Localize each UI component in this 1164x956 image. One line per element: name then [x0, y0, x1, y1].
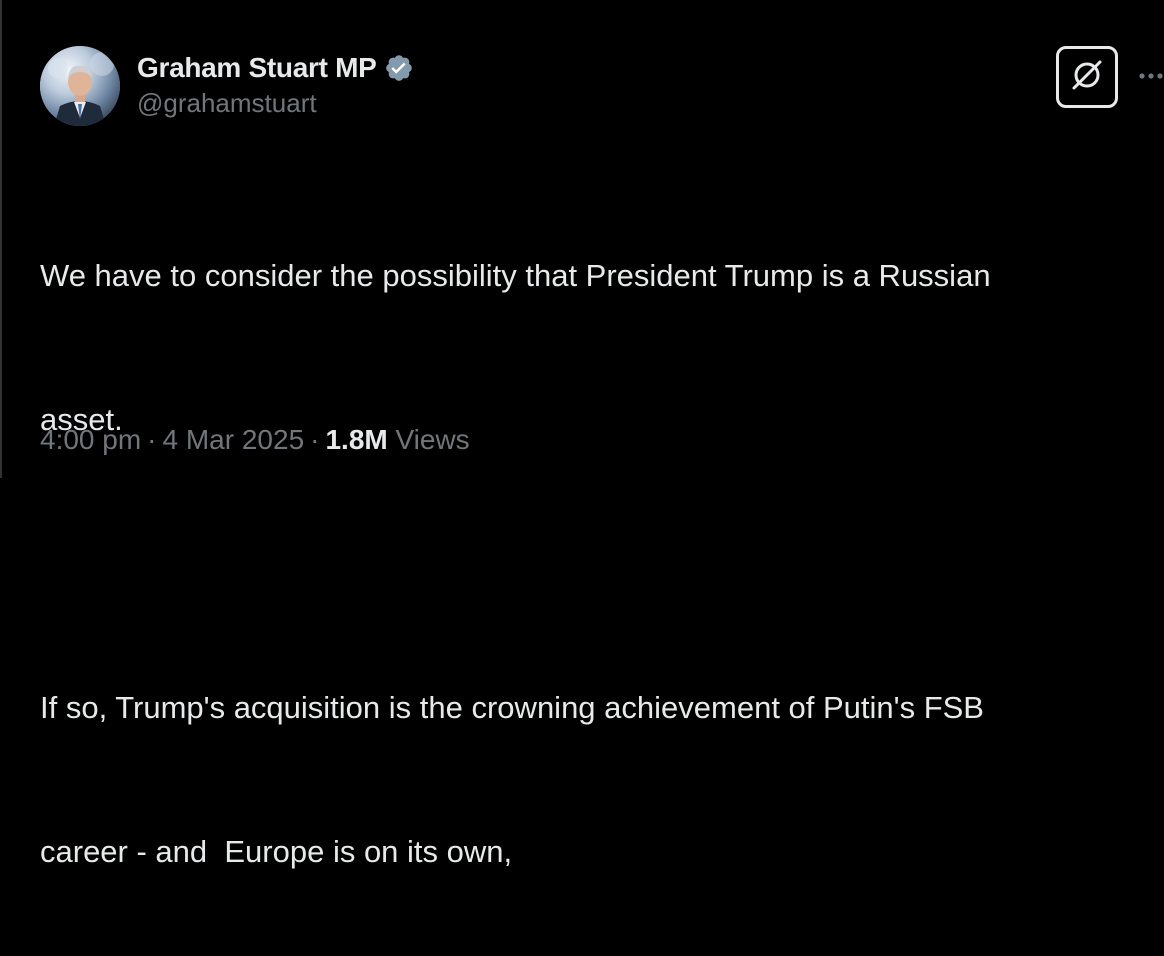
author-handle[interactable]: @grahamstuart — [137, 88, 317, 119]
avatar[interactable] — [40, 46, 120, 126]
paragraph-break — [40, 540, 1140, 588]
more-options-button[interactable] — [1138, 58, 1164, 94]
tweet-date[interactable]: 4 Mar 2025 — [163, 424, 305, 456]
meta-separator: · — [147, 424, 157, 455]
grok-button[interactable] — [1056, 46, 1118, 108]
tweet-text-line: We have to consider the possibility that… — [40, 258, 991, 293]
tweet-text-line: If so, Trump's acquisition is the crowni… — [40, 690, 984, 725]
tweet-meta: 4:00 pm · 4 Mar 2025 · 1.8M Views — [40, 424, 470, 456]
more-options-icon — [1139, 73, 1163, 79]
meta-separator: · — [310, 424, 320, 455]
grok-icon — [1067, 55, 1107, 100]
views-count[interactable]: 1.8M — [325, 424, 387, 456]
tweet-text: We have to consider the possibility that… — [40, 156, 1140, 956]
author-name-row: Graham Stuart MP — [137, 50, 414, 86]
tweet-detail: Graham Stuart MP @grahamstuart We have t… — [0, 0, 1164, 869]
tweet-text-line: career - and Europe is on its own, — [40, 834, 513, 869]
verified-badge-icon[interactable] — [384, 53, 414, 83]
tweet-time[interactable]: 4:00 pm — [40, 424, 141, 456]
profile-photo-icon — [40, 46, 120, 126]
author-name[interactable]: Graham Stuart MP — [137, 52, 377, 84]
views-label[interactable]: Views — [396, 424, 470, 456]
